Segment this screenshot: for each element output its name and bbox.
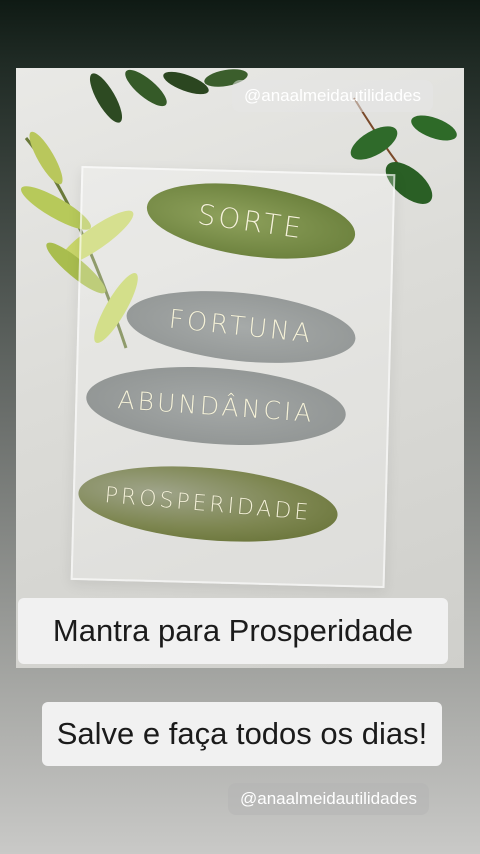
- leaf-label: ABUNDÂNCIA: [116, 384, 316, 428]
- caption-subtitle: Salve e faça todos os dias!: [42, 702, 442, 766]
- leaf-label: PROSPERIDADE: [103, 482, 313, 526]
- username-watermark-top: @anaalmeidautilidades: [232, 80, 433, 112]
- leaf-label: FORTUNA: [167, 304, 315, 350]
- caption-title: Mantra para Prosperidade: [18, 598, 448, 664]
- story-photo: SORTE FORTUNA ABUNDÂNCIA PROSPERIDADE: [16, 68, 464, 668]
- plant-top-decoration: [89, 69, 248, 123]
- username-watermark-bottom: @anaalmeidautilidades: [228, 783, 429, 815]
- leaf-label: SORTE: [195, 197, 307, 245]
